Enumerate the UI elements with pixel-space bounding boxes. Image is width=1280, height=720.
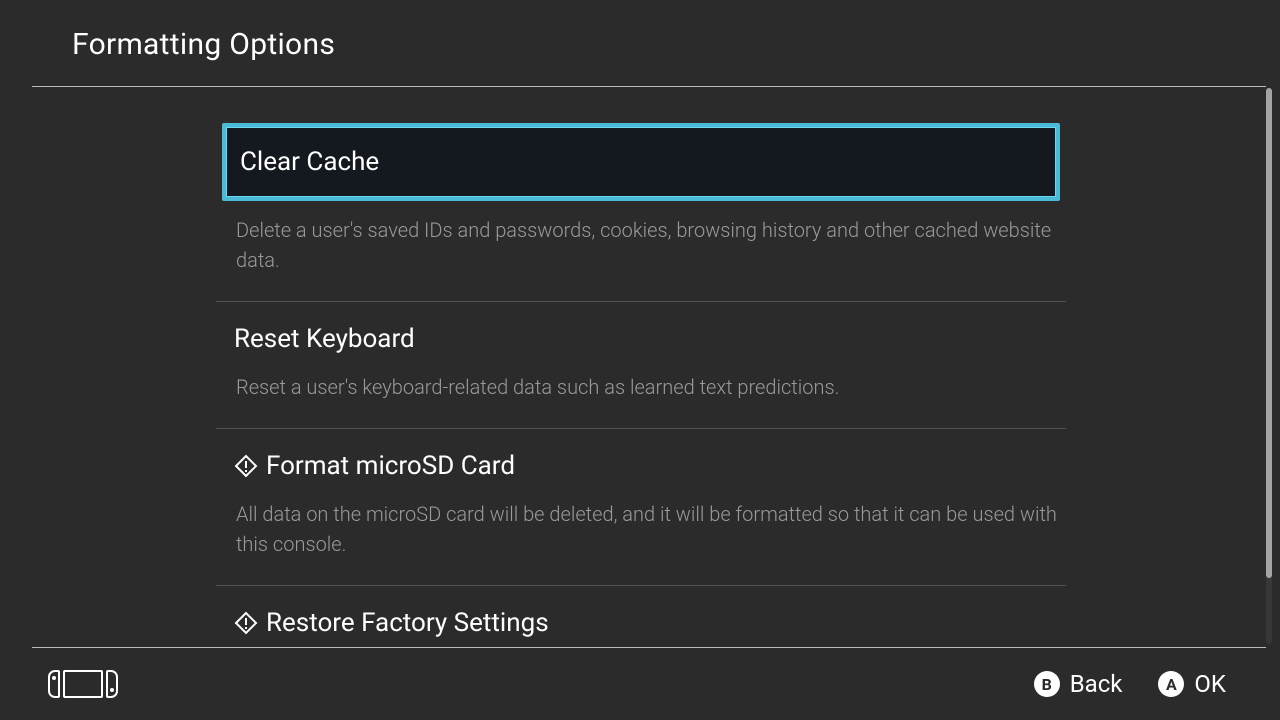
- hint-back: B Back: [1034, 670, 1123, 698]
- hint-ok: A OK: [1158, 670, 1226, 698]
- option-clear-cache[interactable]: Clear Cache Delete a user's saved IDs an…: [216, 123, 1066, 302]
- warning-icon: [234, 611, 258, 635]
- option-description: All data on the microSD card will be del…: [222, 499, 1060, 559]
- b-button-icon: B: [1034, 671, 1060, 697]
- option-title-text: Format microSD Card: [266, 451, 515, 481]
- scrollbar-thumb[interactable]: [1266, 88, 1272, 578]
- warning-icon: [234, 454, 258, 478]
- footer-bar: B Back A OK: [0, 648, 1280, 720]
- button-hints: B Back A OK: [1034, 670, 1226, 698]
- scrollbar-track[interactable]: [1266, 88, 1272, 644]
- hint-ok-label: OK: [1194, 670, 1226, 698]
- option-title-text: Restore Factory Settings: [266, 608, 549, 638]
- a-button-icon: A: [1158, 671, 1184, 697]
- option-selected-highlight: Clear Cache: [222, 123, 1060, 201]
- content-area: Clear Cache Delete a user's saved IDs an…: [0, 87, 1280, 648]
- options-list: Clear Cache Delete a user's saved IDs an…: [216, 87, 1066, 638]
- option-format-microsd[interactable]: Format microSD Card All data on the micr…: [216, 429, 1066, 586]
- option-title: Restore Factory Settings: [222, 608, 1060, 638]
- hint-back-label: Back: [1070, 670, 1123, 698]
- page-header: Formatting Options: [0, 0, 1280, 88]
- page-title: Formatting Options: [72, 27, 335, 62]
- option-restore-factory-settings[interactable]: Restore Factory Settings: [216, 586, 1066, 638]
- option-reset-keyboard[interactable]: Reset Keyboard Reset a user's keyboard-r…: [216, 302, 1066, 429]
- option-title: Format microSD Card: [222, 451, 1060, 481]
- controller-icon: [48, 669, 120, 699]
- option-description: Delete a user's saved IDs and passwords,…: [222, 215, 1060, 275]
- option-description: Reset a user's keyboard-related data suc…: [222, 372, 1060, 402]
- option-title: Clear Cache: [240, 147, 379, 177]
- option-title: Reset Keyboard: [222, 324, 1060, 354]
